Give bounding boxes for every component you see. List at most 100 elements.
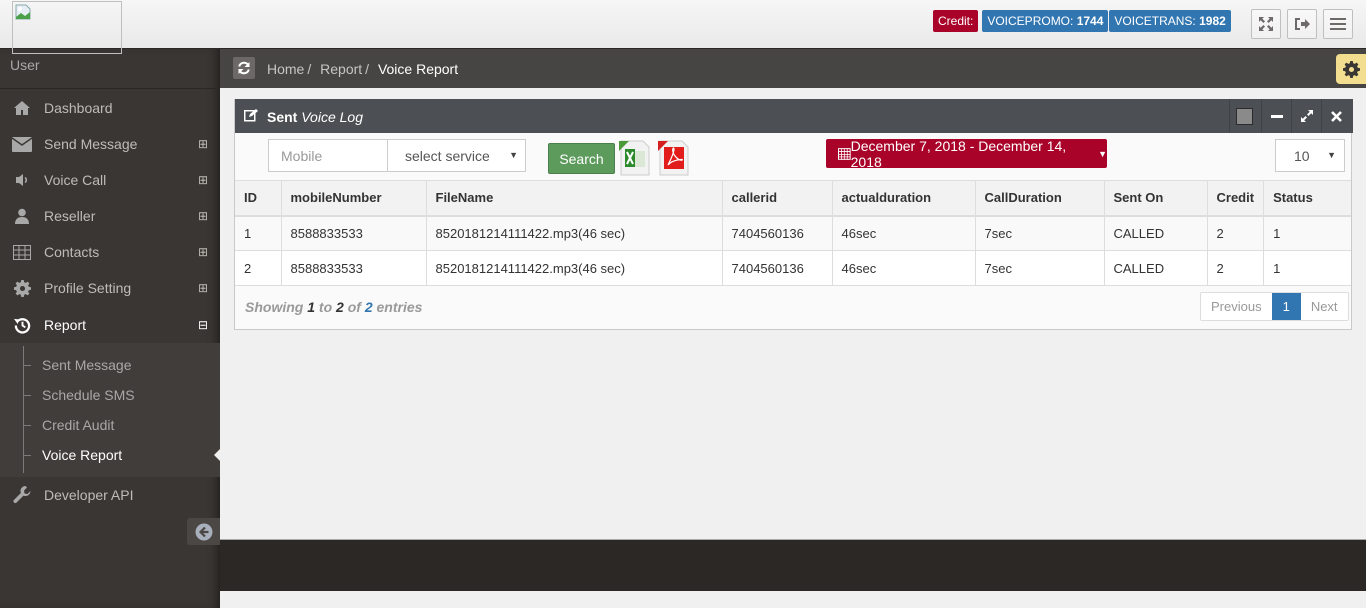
user-name[interactable]: User: [10, 57, 40, 73]
column-header-mobile-number[interactable]: mobileNumber: [280, 180, 427, 217]
page-length-select[interactable]: 10 ▼: [1275, 139, 1345, 172]
refresh-button[interactable]: [233, 57, 255, 79]
cell-id: 1: [235, 215, 282, 251]
fullscreen-button[interactable]: [1251, 9, 1281, 39]
export-excel-icon[interactable]: [617, 139, 651, 177]
date-range-button[interactable]: December 7, 2018 - December 14, 2018 ▼: [826, 138, 1107, 170]
sidebar-item-contacts[interactable]: Contacts ⊞: [0, 234, 220, 270]
credit-badges: Credit: VOICEPROMO: 1744 VOICETRANS: 198…: [933, 10, 1232, 32]
cell-mobile-number: 8588833533: [280, 250, 427, 286]
column-header-filename[interactable]: FileName: [425, 180, 723, 217]
cell-mobile-number: 8588833533: [280, 215, 427, 251]
service-select[interactable]: select service ▼: [388, 139, 526, 172]
sidebar-item-label: Contacts: [44, 244, 100, 260]
cell-status: 1: [1263, 215, 1351, 251]
table-row: 2 8588833533 8520181214111422.mp3(46 sec…: [235, 250, 1351, 286]
cell-filename: 8520181214111422.mp3(46 sec): [425, 215, 723, 251]
cell-credit: 2: [1206, 215, 1265, 251]
hamburger-icon: [1330, 18, 1346, 30]
expand-icon[interactable]: ⊞: [198, 137, 220, 151]
sidebar-item-send-message[interactable]: Send Message ⊞: [0, 126, 220, 162]
settings-button[interactable]: [1336, 54, 1366, 84]
sidebar-item-report[interactable]: Report ⊟: [0, 307, 220, 343]
breadcrumb-report[interactable]: Report: [320, 61, 362, 77]
sidebar-item-label: Report: [44, 317, 87, 333]
breadcrumb: Home / Report / Voice Report: [267, 61, 459, 77]
calendar-icon: [838, 148, 851, 160]
edit-icon: [244, 109, 258, 122]
cell-status: 1: [1263, 250, 1351, 286]
column-header-sent-on[interactable]: Sent On: [1103, 180, 1208, 217]
logout-button[interactable]: [1287, 9, 1317, 39]
refresh-icon: [238, 61, 250, 75]
arrow-circle-left-icon: [195, 523, 212, 540]
minify-sidebar-button[interactable]: [187, 518, 220, 545]
color-picker-button[interactable]: [1229, 99, 1259, 133]
cell-callerid: 7404560136: [721, 215, 833, 251]
cell-filename: 8520181214111422.mp3(46 sec): [425, 250, 723, 286]
sidebar-item-label: Reseller: [44, 208, 96, 224]
table-row: 1 8588833533 8520181214111422.mp3(46 sec…: [235, 215, 1351, 251]
export-pdf-icon[interactable]: [656, 139, 690, 177]
credit-label-badge: Credit:: [933, 10, 979, 32]
minimize-widget-button[interactable]: [1261, 99, 1291, 133]
table-icon: [13, 244, 31, 260]
table-header-row: ID mobileNumber FileName callerid actual…: [235, 180, 1351, 217]
cell-actualduration: 46sec: [831, 215, 976, 251]
voice-log-widget: Sent Voice Log select service ▼ Search D…: [234, 99, 1353, 330]
voicetrans-credit-badge: VOICETRANS: 1982: [1109, 10, 1231, 32]
sidebar-item-label: Profile Setting: [44, 280, 132, 296]
expand-icon[interactable]: ⊞: [198, 173, 220, 187]
pagination-next[interactable]: Next: [1301, 293, 1348, 320]
collapse-icon[interactable]: ⊟: [198, 318, 220, 332]
ribbon: Home / Report / Voice Report: [220, 49, 1366, 88]
pagination-page-1[interactable]: 1: [1271, 293, 1301, 320]
page-footer: [220, 539, 1366, 591]
sidebar-item-label: Send Message: [44, 136, 138, 152]
column-header-credit[interactable]: Credit: [1206, 180, 1265, 217]
cell-callduration: 7sec: [974, 215, 1105, 251]
broken-image-icon: [15, 4, 31, 20]
close-widget-button[interactable]: [1321, 99, 1351, 133]
fullscreen-widget-button[interactable]: [1291, 99, 1321, 133]
user-icon: [15, 208, 29, 224]
dropdown-caret-icon: ▼: [509, 150, 518, 160]
divider: [0, 88, 220, 89]
pagination: Previous 1 Next: [1200, 292, 1349, 321]
sidebar-item-profile-setting[interactable]: Profile Setting ⊞: [0, 270, 220, 306]
breadcrumb-current: Voice Report: [377, 61, 459, 77]
minus-icon: [1270, 114, 1283, 118]
cell-callduration: 7sec: [974, 250, 1105, 286]
search-button[interactable]: Search: [548, 143, 615, 174]
column-header-actualduration[interactable]: actualduration: [831, 180, 976, 217]
sidebar-item-developer-api[interactable]: Developer API: [0, 477, 220, 513]
sidebar-item-reseller[interactable]: Reseller ⊞: [0, 198, 220, 234]
expand-icon[interactable]: ⊞: [198, 209, 220, 223]
top-header: Credit: VOICEPROMO: 1744 VOICETRANS: 198…: [0, 0, 1366, 54]
mobile-input[interactable]: [268, 139, 388, 172]
submenu-item-voice-report[interactable]: Voice Report: [0, 440, 220, 470]
color-swatch: [1236, 107, 1253, 125]
home-icon: [14, 101, 30, 115]
voice-log-table: ID mobileNumber FileName callerid actual…: [235, 180, 1351, 286]
expand-icon[interactable]: ⊞: [198, 245, 220, 259]
column-header-status[interactable]: Status: [1263, 180, 1351, 217]
sidebar-item-voice-call[interactable]: Voice Call ⊞: [0, 162, 220, 198]
expand-arrows-icon: [1259, 17, 1273, 31]
column-header-callerid[interactable]: callerid: [721, 180, 833, 217]
sidebar: User Dashboard Send Message ⊞ Voice Call…: [0, 49, 220, 608]
sidebar-item-label: Developer API: [44, 487, 134, 503]
sidebar-item-dashboard[interactable]: Dashboard: [0, 90, 220, 126]
gear-icon: [1342, 60, 1360, 78]
voicepromo-credit-badge: VOICEPROMO: 1744: [982, 10, 1109, 32]
pagination-previous[interactable]: Previous: [1201, 293, 1272, 320]
submenu-item-credit-audit[interactable]: Credit Audit: [0, 410, 220, 440]
expand-icon[interactable]: ⊞: [198, 281, 220, 295]
column-header-callduration[interactable]: CallDuration: [974, 180, 1105, 217]
report-submenu: Sent Message Schedule SMS Credit Audit V…: [0, 343, 220, 477]
submenu-item-schedule-sms[interactable]: Schedule SMS: [0, 380, 220, 410]
column-header-id[interactable]: ID: [235, 180, 282, 217]
submenu-item-sent-message[interactable]: Sent Message: [0, 350, 220, 380]
breadcrumb-home[interactable]: Home: [267, 61, 304, 77]
menu-button[interactable]: [1323, 9, 1353, 39]
